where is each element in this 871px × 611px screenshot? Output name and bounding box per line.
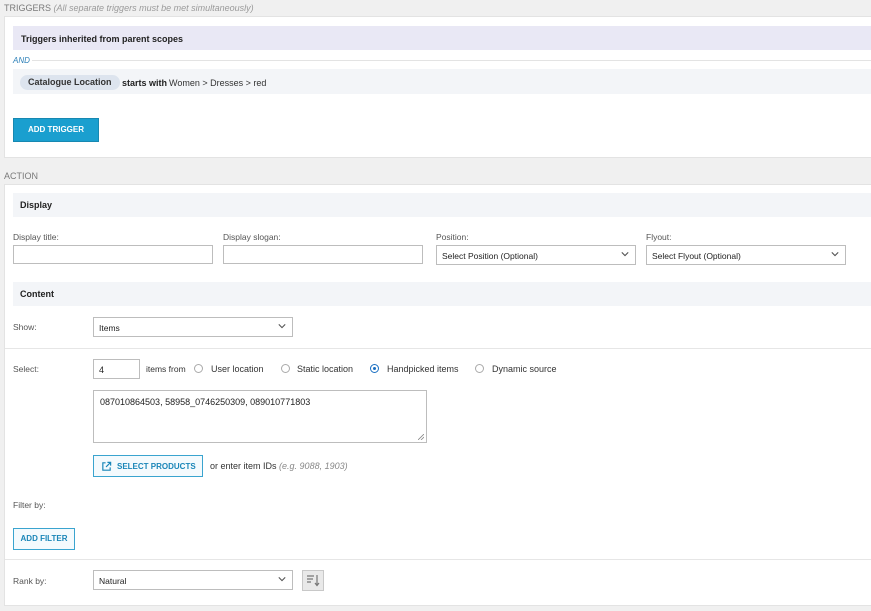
inherited-triggers-bar[interactable]: Triggers inherited from parent scopes: [13, 26, 871, 50]
position-select[interactable]: Select Position (Optional): [436, 245, 636, 265]
radio-handpicked-items[interactable]: [370, 364, 379, 373]
or-enter-text: or enter item IDs: [210, 461, 277, 471]
trigger-operator: starts with: [122, 78, 168, 88]
display-heading: Display: [20, 200, 53, 210]
flyout-label: Flyout:: [646, 232, 672, 242]
trigger-value: Women > Dresses > red: [169, 78, 267, 88]
radio-dynamic-source[interactable]: [475, 364, 484, 373]
item-ids-value: 087010864503, 58958_0746250309, 08901077…: [100, 397, 311, 407]
rank-select-value: Natural: [99, 576, 127, 586]
chevron-down-icon: [278, 324, 286, 329]
rank-select[interactable]: Natural: [93, 570, 293, 590]
inherited-triggers-label: Triggers inherited from parent scopes: [21, 34, 184, 44]
filter-by-label: Filter by:: [13, 500, 46, 510]
position-label: Position:: [436, 232, 469, 242]
sort-order-button[interactable]: [302, 570, 324, 591]
divider: [5, 559, 871, 560]
rank-by-label: Rank by:: [13, 576, 47, 586]
select-products-label: SELECT PRODUCTS: [117, 462, 196, 471]
triggers-title: TRIGGERS: [4, 3, 52, 13]
select-count-value: 4: [99, 365, 105, 375]
position-select-value: Select Position (Optional): [442, 251, 538, 261]
item-ids-textarea[interactable]: 087010864503, 58958_0746250309, 08901077…: [93, 390, 427, 443]
radio-static-location[interactable]: [281, 364, 290, 373]
show-select[interactable]: Items: [93, 317, 293, 337]
display-slogan-label: Display slogan:: [223, 232, 281, 242]
action-heading: ACTION: [4, 171, 39, 181]
add-trigger-button[interactable]: ADD TRIGGER: [13, 118, 99, 142]
flyout-select-value: Select Flyout (Optional): [652, 251, 741, 261]
radio-static-location-label[interactable]: Static location: [297, 364, 353, 374]
and-label: AND: [13, 56, 30, 65]
radio-user-location[interactable]: [194, 364, 203, 373]
items-from-label: items from: [146, 364, 186, 374]
triggers-subtitle: (All separate triggers must be met simul…: [53, 3, 254, 13]
chevron-down-icon: [278, 577, 286, 582]
content-heading: Content: [20, 289, 54, 299]
display-section-header: Display: [13, 193, 871, 217]
sort-icon: [307, 575, 320, 587]
ids-hint: or enter item IDs (e.g. 9088, 1903): [210, 461, 348, 471]
add-filter-button[interactable]: ADD FILTER: [13, 528, 75, 550]
display-slogan-input[interactable]: [223, 245, 423, 264]
display-title-label: Display title:: [13, 232, 59, 242]
select-products-button[interactable]: SELECT PRODUCTS: [93, 455, 203, 477]
radio-handpicked-items-label[interactable]: Handpicked items: [387, 364, 459, 374]
display-title-input[interactable]: [13, 245, 213, 264]
content-section-header: Content: [13, 282, 871, 306]
select-count-input[interactable]: 4: [93, 359, 140, 379]
radio-user-location-label[interactable]: User location: [211, 364, 264, 374]
chevron-down-icon: [831, 252, 839, 257]
resize-grip-icon[interactable]: [418, 434, 424, 440]
show-select-value: Items: [99, 323, 120, 333]
flyout-select[interactable]: Select Flyout (Optional): [646, 245, 846, 265]
select-label: Select:: [13, 364, 39, 374]
radio-dynamic-source-label[interactable]: Dynamic source: [492, 364, 557, 374]
chevron-down-icon: [621, 252, 629, 257]
external-link-icon: [102, 461, 112, 471]
triggers-heading: TRIGGERS (All separate triggers must be …: [4, 3, 254, 13]
show-label: Show:: [13, 322, 37, 332]
divider: [32, 60, 871, 61]
ids-example: (e.g. 9088, 1903): [279, 461, 348, 471]
divider: [5, 348, 871, 349]
trigger-field-chip[interactable]: Catalogue Location: [20, 75, 120, 90]
